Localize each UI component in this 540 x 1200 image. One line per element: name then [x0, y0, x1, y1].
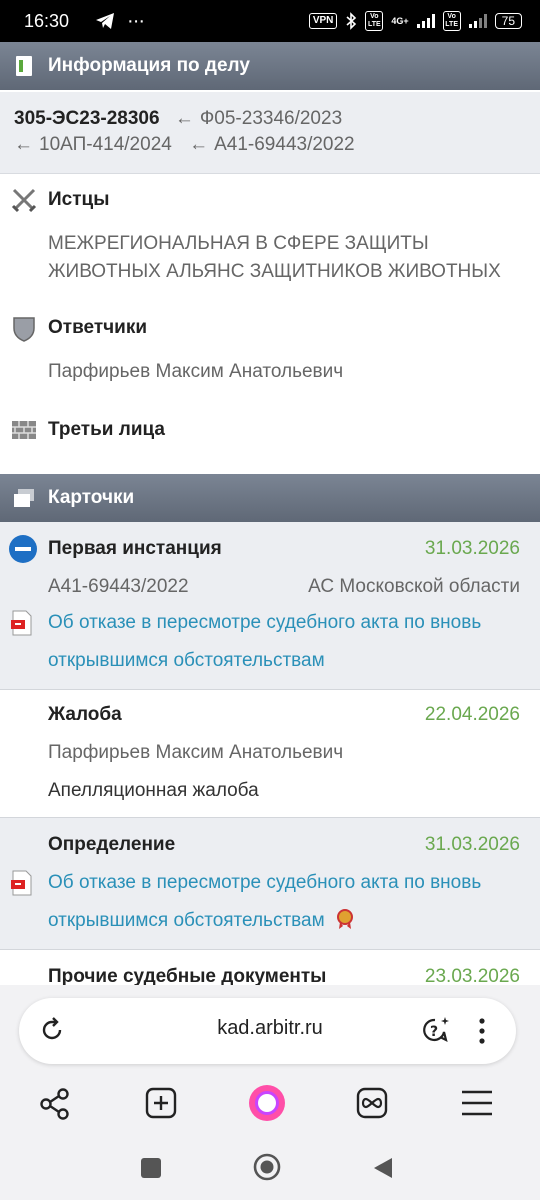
pdf-icon[interactable] [10, 610, 34, 636]
volte-indicator-1: Vo LTE [365, 11, 384, 31]
ai-assistant-icon[interactable]: ? [420, 1014, 452, 1046]
share-icon[interactable] [38, 1087, 72, 1121]
card-first-instance[interactable]: Первая инстанция 31.03.2026 А41-69443/20… [0, 522, 540, 690]
document-link[interactable]: Об отказе в пересмотре судебного акта по… [48, 864, 520, 940]
wall-icon [12, 421, 36, 439]
recent-apps-button[interactable] [140, 1157, 162, 1179]
svg-text:?: ? [430, 1024, 438, 1040]
card-complaint[interactable]: Жалоба 22.04.2026 Парфирьев Максим Анато… [0, 690, 540, 818]
crossed-swords-icon [11, 188, 37, 213]
arrow-left-icon: ← [14, 134, 33, 155]
case-info-title: Информация по делу [48, 55, 250, 76]
network-type: 4G+ [391, 16, 409, 26]
related-case-2[interactable]: 10АП-414/2024 [39, 134, 172, 155]
more-notifications-icon: ··· [127, 9, 145, 32]
battery-indicator: 75 [494, 13, 522, 29]
card-court: АС Московской области [308, 576, 520, 597]
document-icon [16, 56, 32, 76]
defendants-section: Ответчики [0, 314, 540, 342]
document-link-line-2[interactable]: открывшимся обстоятельствам [48, 642, 520, 680]
telegram-icon [96, 13, 115, 29]
clock: 16:30 [24, 10, 70, 31]
card-title: Определение [48, 834, 176, 855]
url-text[interactable]: kad.arbitr.ru [0, 1017, 540, 1040]
document-link-line-1[interactable]: Об отказе в пересмотре судебного акта по… [48, 864, 520, 902]
cards-title: Карточки [48, 487, 135, 508]
signal-strength-icon-2 [468, 14, 487, 28]
more-menu-icon[interactable] [472, 1016, 492, 1046]
plaintiffs-label: Истцы [48, 189, 110, 210]
new-tab-icon[interactable] [144, 1086, 178, 1120]
document-link-line-1[interactable]: Об отказе в пересмотре судебного акта по… [48, 604, 520, 642]
card-date: 31.03.2026 [424, 538, 520, 559]
back-button[interactable] [372, 1156, 394, 1180]
hamburger-menu-icon[interactable] [460, 1089, 494, 1117]
card-ruling[interactable]: Определение 31.03.2026 Об отказе в перес… [0, 818, 540, 950]
status-bar: 16:30 ··· VPN Vo LTE 4G+ Vo LTE 75 [0, 0, 540, 42]
card-date: 22.04.2026 [424, 704, 520, 725]
browser-nav-row [0, 1075, 540, 1135]
cards-stack-icon [14, 489, 34, 507]
complaint-type: Апелляционная жалоба [48, 780, 259, 801]
card-title: Жалоба [48, 704, 122, 725]
plaintiffs-name[interactable]: МЕЖРЕГИОНАЛЬНАЯ В СФЕРЕ ЗАЩИТЫ ЖИВОТНЫХ … [48, 230, 520, 286]
document-link[interactable]: Об отказе в пересмотре судебного акта по… [48, 604, 520, 680]
seal-icon [336, 909, 353, 929]
third-parties-section: Третьи лица [0, 416, 540, 444]
system-navigation-bar [0, 1140, 540, 1200]
tabs-icon[interactable] [355, 1086, 389, 1120]
defendants-name[interactable]: Парфирьев Максим Анатольевич [48, 358, 520, 386]
cards-header: Карточки [0, 474, 540, 522]
defendants-label: Ответчики [48, 317, 148, 338]
vpn-indicator: VPN [308, 13, 338, 29]
bluetooth-icon [346, 12, 357, 30]
related-case-3[interactable]: А41-69443/2022 [214, 134, 355, 155]
volte-indicator-2: Vo LTE [442, 11, 461, 31]
case-info-header: Информация по делу [0, 42, 540, 90]
card-title: Первая инстанция [48, 538, 222, 559]
alice-assistant-icon[interactable] [247, 1083, 287, 1123]
arrow-left-icon: ← [189, 134, 209, 155]
card-date: 31.03.2026 [424, 834, 520, 855]
card-case-number: А41-69443/2022 [48, 576, 189, 597]
pdf-icon[interactable] [10, 870, 34, 896]
document-link-line-2[interactable]: открывшимся обстоятельствам [48, 910, 325, 931]
case-numbers: 305-ЭС23-28306 ← Ф05-23346/2023 ← 10АП-414… [0, 92, 540, 174]
related-case-1[interactable]: Ф05-23346/2023 [200, 108, 342, 129]
complaint-author: Парфирьев Максим Анатольевич [48, 742, 344, 763]
case-number[interactable]: 305-ЭС23-28306 [14, 108, 160, 129]
signal-strength-icon-1 [416, 14, 435, 28]
home-button[interactable] [253, 1153, 281, 1181]
plaintiffs-section: Истцы [0, 186, 540, 214]
card-other-documents[interactable]: Прочие судебные документы 23.03.2026 [0, 950, 540, 990]
collapse-icon[interactable] [8, 534, 38, 564]
arrow-left-icon: ← [174, 108, 194, 129]
third-parties-label: Третьи лица [48, 419, 165, 440]
shield-icon [13, 317, 35, 342]
